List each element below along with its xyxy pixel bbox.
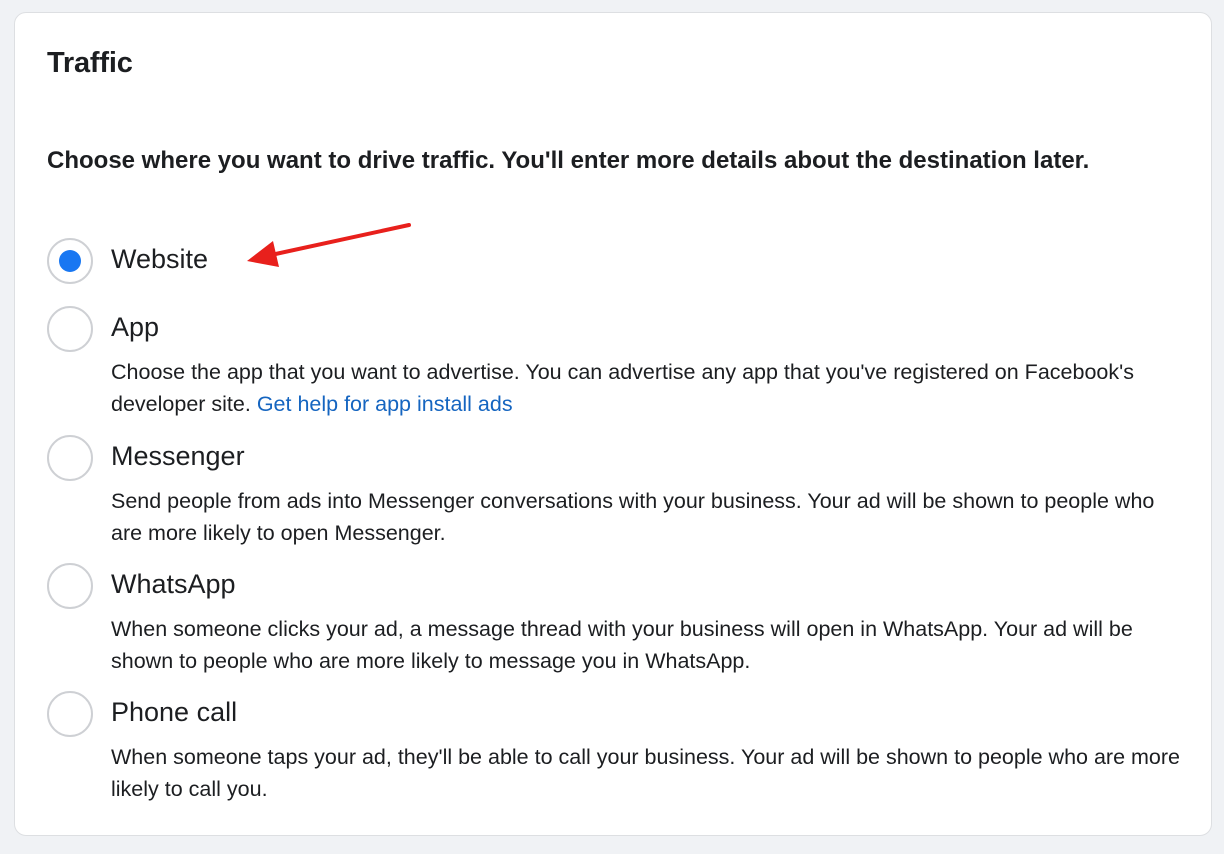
option-app-label: App: [111, 312, 160, 342]
option-phone-call[interactable]: Phone call When someone taps your ad, th…: [47, 691, 1187, 801]
option-messenger[interactable]: Messenger Send people from ads into Mess…: [47, 435, 1187, 545]
option-whatsapp-description: When someone clicks your ad, a message t…: [111, 617, 1133, 673]
radio-selected-dot: [59, 250, 81, 272]
option-app[interactable]: App Choose the app that you want to adve…: [47, 306, 1187, 416]
panel-prompt: Choose where you want to drive traffic. …: [47, 147, 1090, 174]
option-messenger-label: Messenger: [111, 441, 245, 471]
option-website[interactable]: Website: [47, 238, 1187, 286]
option-website-label: Website: [111, 244, 209, 274]
panel-title: Traffic: [47, 47, 133, 79]
radio-whatsapp[interactable]: [47, 563, 93, 609]
radio-phone-call[interactable]: [47, 691, 93, 737]
radio-app[interactable]: [47, 306, 93, 352]
option-phone-call-label: Phone call: [111, 697, 238, 727]
radio-website[interactable]: [47, 238, 93, 284]
app-install-help-link[interactable]: Get help for app install ads: [257, 392, 513, 416]
option-messenger-description: Send people from ads into Messenger conv…: [111, 489, 1155, 545]
red-arrow-icon: [247, 223, 411, 267]
option-whatsapp[interactable]: WhatsApp When someone clicks your ad, a …: [47, 563, 1187, 673]
option-app-description: Choose the app that you want to advertis…: [111, 356, 1181, 420]
traffic-panel: Traffic Choose where you want to drive t…: [14, 12, 1212, 836]
option-whatsapp-label: WhatsApp: [111, 569, 236, 599]
radio-messenger[interactable]: [47, 435, 93, 481]
option-phone-call-description: When someone taps your ad, they'll be ab…: [111, 745, 1180, 801]
